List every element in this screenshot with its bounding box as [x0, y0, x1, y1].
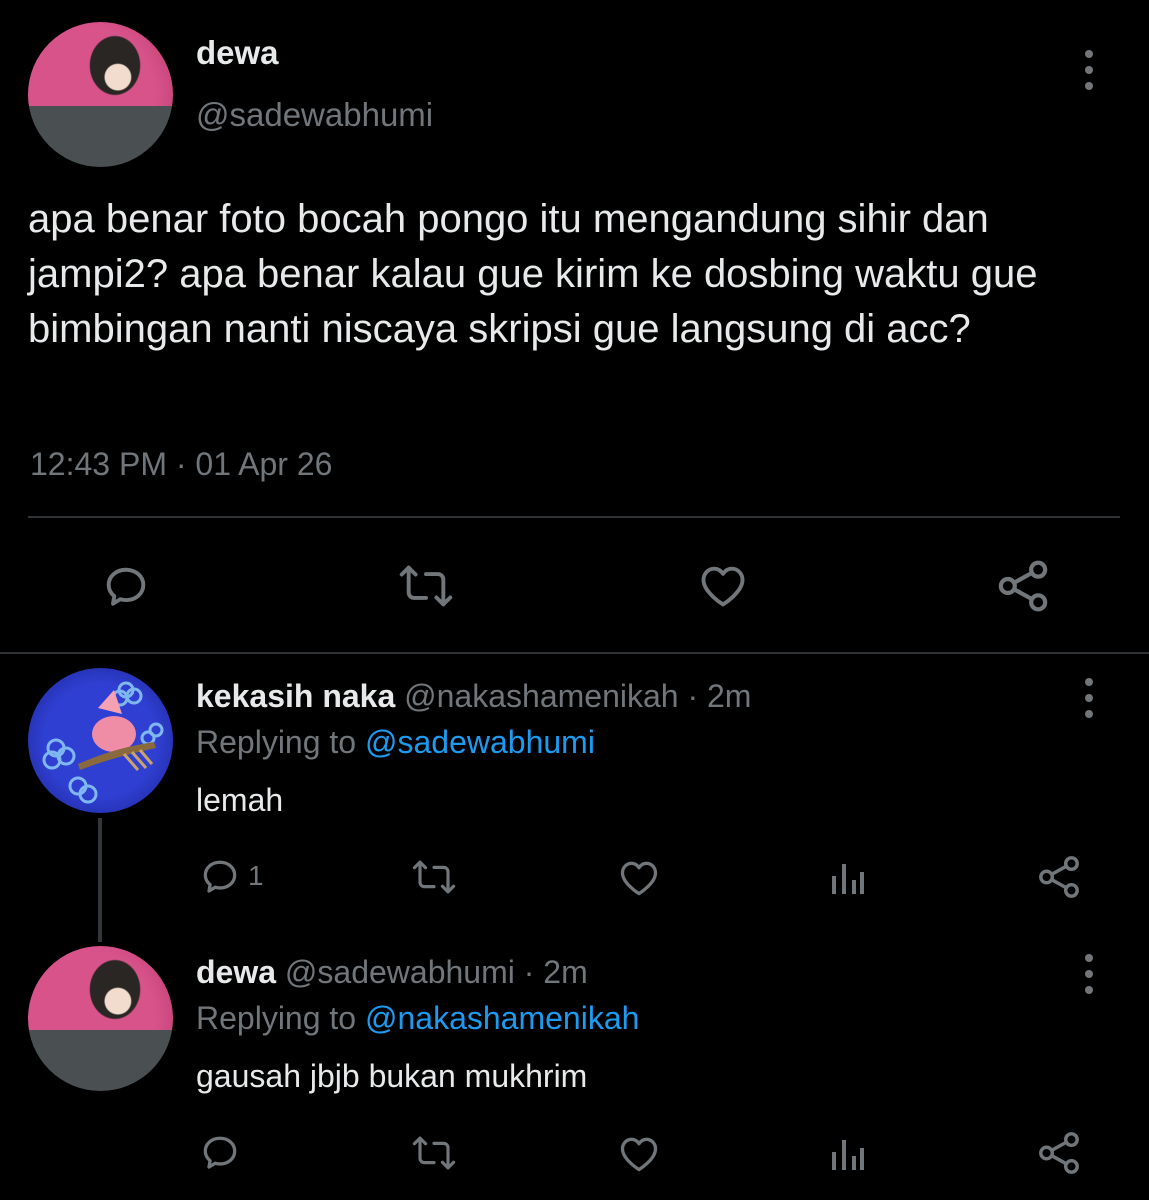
more-options-icon[interactable] [1079, 678, 1099, 718]
reply-header: dewa @sadewabhumi · 2m [196, 954, 588, 991]
retweet-icon[interactable] [410, 1132, 458, 1174]
reply-tweet: kekasih naka @nakashamenikah · 2m Replyi… [0, 654, 1149, 942]
tweet-actions [0, 552, 1149, 616]
reply-tweet: dewa @sadewabhumi · 2m Replying to @naka… [0, 940, 1149, 1200]
share-icon[interactable] [1036, 854, 1082, 900]
reply-author-handle[interactable]: @nakashamenikah [404, 678, 678, 714]
author-avatar[interactable] [28, 22, 173, 167]
share-icon[interactable] [1036, 1130, 1082, 1176]
retweet-icon[interactable] [397, 560, 455, 612]
separator-dot: · [523, 954, 535, 990]
reply-time[interactable]: 2m [543, 954, 587, 990]
reply-header: kekasih naka @nakashamenikah · 2m [196, 678, 751, 715]
reply-count: 1 [248, 860, 264, 891]
replying-to-label: Replying to [196, 724, 357, 760]
reply-text: gausah jbjb bukan mukhrim [196, 1058, 588, 1094]
tweet-thread: dewa @sadewabhumi apa benar foto bocah p… [0, 0, 1149, 1200]
separator-dot: · [687, 678, 699, 714]
replying-to-line: Replying to @sadewabhumi [196, 724, 595, 761]
more-options-icon[interactable] [1079, 50, 1099, 90]
analytics-icon[interactable] [828, 1134, 868, 1174]
author-handle[interactable]: @sadewabhumi [196, 96, 433, 134]
reply-author-name[interactable]: dewa [196, 954, 276, 990]
main-tweet: dewa @sadewabhumi apa benar foto bocah p… [0, 0, 1149, 652]
reply-icon[interactable] [100, 560, 152, 612]
thread-connector [98, 818, 102, 942]
like-icon[interactable] [616, 1132, 662, 1176]
replying-to-mention[interactable]: @sadewabhumi [365, 724, 595, 760]
like-icon[interactable] [616, 856, 662, 900]
replying-to-line: Replying to @nakashamenikah [196, 1000, 639, 1037]
reply-author-avatar[interactable] [28, 946, 173, 1091]
reply-text: lemah [196, 782, 284, 818]
reply-author-handle[interactable]: @sadewabhumi [285, 954, 515, 990]
like-icon[interactable] [696, 560, 750, 612]
tweet-text: apa benar foto bocah pongo itu mengandun… [28, 197, 1038, 351]
analytics-icon[interactable] [828, 858, 868, 898]
more-options-icon[interactable] [1079, 954, 1099, 994]
share-icon[interactable] [995, 558, 1051, 614]
replying-to-label: Replying to [196, 1000, 357, 1036]
reply-icon[interactable] [198, 1130, 242, 1174]
author-name[interactable]: dewa [196, 34, 279, 72]
retweet-icon[interactable] [410, 856, 458, 898]
reply-author-avatar[interactable] [28, 668, 173, 813]
replying-to-mention[interactable]: @nakashamenikah [365, 1000, 639, 1036]
reply-icon[interactable]: 1 [198, 854, 264, 898]
reply-time[interactable]: 2m [707, 678, 751, 714]
divider [28, 516, 1120, 518]
reply-author-name[interactable]: kekasih naka [196, 678, 395, 714]
tweet-timestamp[interactable]: 12:43 PM · 01 Apr 26 [30, 446, 332, 483]
